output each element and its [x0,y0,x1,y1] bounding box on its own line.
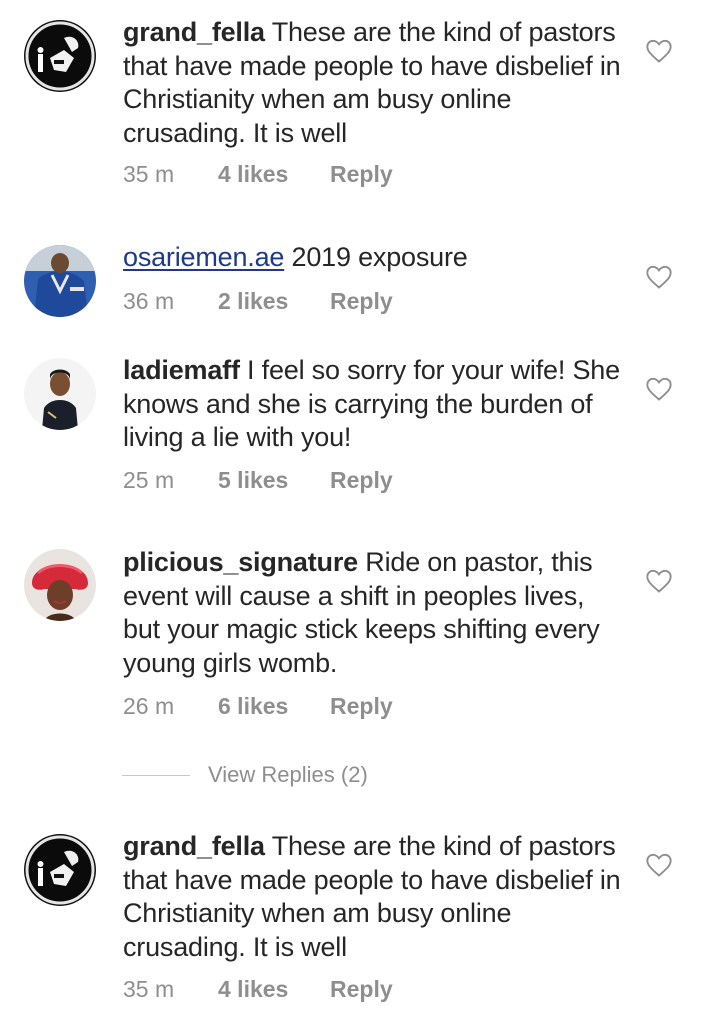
view-replies-toggle[interactable]: View Replies (2) [122,760,368,790]
avatar[interactable] [24,20,96,92]
reply-button[interactable]: Reply [330,976,393,1003]
reply-button[interactable]: Reply [330,693,393,720]
comment-meta: 25 m 5 likes Reply [123,465,393,495]
reply-button[interactable]: Reply [330,288,393,315]
comment-meta: 35 m 4 likes Reply [123,159,393,189]
avatar[interactable] [24,358,96,430]
comment-username[interactable]: grand_fella [123,17,265,47]
comment-text: grand_fella These are the kind of pastor… [123,16,623,150]
avatar[interactable] [24,834,96,906]
comment-meta: 26 m 6 likes Reply [123,691,393,721]
like-heart-icon[interactable] [645,851,673,879]
avatar[interactable] [24,549,96,621]
comment-username[interactable]: plicious_signature [123,547,358,577]
comment-text: osariemen.ae 2019 exposure [123,241,623,275]
comment-text: ladiemaff I feel so sorry for your wife!… [123,354,623,455]
comment-time: 35 m [123,975,175,1002]
like-heart-icon[interactable] [645,37,673,65]
comment-text: grand_fella These are the kind of pastor… [123,830,623,964]
comment-likes[interactable]: 2 likes [218,288,330,315]
comment-username[interactable]: grand_fella [123,831,265,861]
comment-likes[interactable]: 5 likes [218,467,330,494]
comment-username[interactable]: osariemen.ae [123,242,284,272]
comment-likes[interactable]: 4 likes [218,161,330,188]
plicious-avatar-icon [24,549,96,621]
like-heart-icon[interactable] [645,567,673,595]
comment-likes[interactable]: 6 likes [218,693,330,720]
avatar[interactable] [24,245,96,317]
ladiemaff-avatar-icon [24,358,96,430]
comment-username[interactable]: ladiemaff [123,355,240,385]
view-replies-label[interactable]: View Replies (2) [208,762,368,788]
comment-meta: 35 m 4 likes Reply [123,974,393,1004]
like-heart-icon[interactable] [645,375,673,403]
like-heart-icon[interactable] [645,263,673,291]
comment-time: 26 m [123,692,175,719]
reply-button[interactable]: Reply [330,467,393,494]
divider [122,774,190,776]
comment-text: plicious_signature Ride on pastor, this … [123,546,623,680]
comment-meta: 36 m 2 likes Reply [123,286,393,316]
grand-fella-avatar-icon [24,834,96,906]
reply-button[interactable]: Reply [330,161,393,188]
comment-likes[interactable]: 4 likes [218,976,330,1003]
comment-time: 36 m [123,287,175,314]
comment-time: 25 m [123,466,175,493]
grand-fella-avatar-icon [24,20,96,92]
comment-body: 2019 exposure [291,242,468,272]
osariemen-avatar-icon [24,245,96,317]
comment-time: 35 m [123,160,175,187]
